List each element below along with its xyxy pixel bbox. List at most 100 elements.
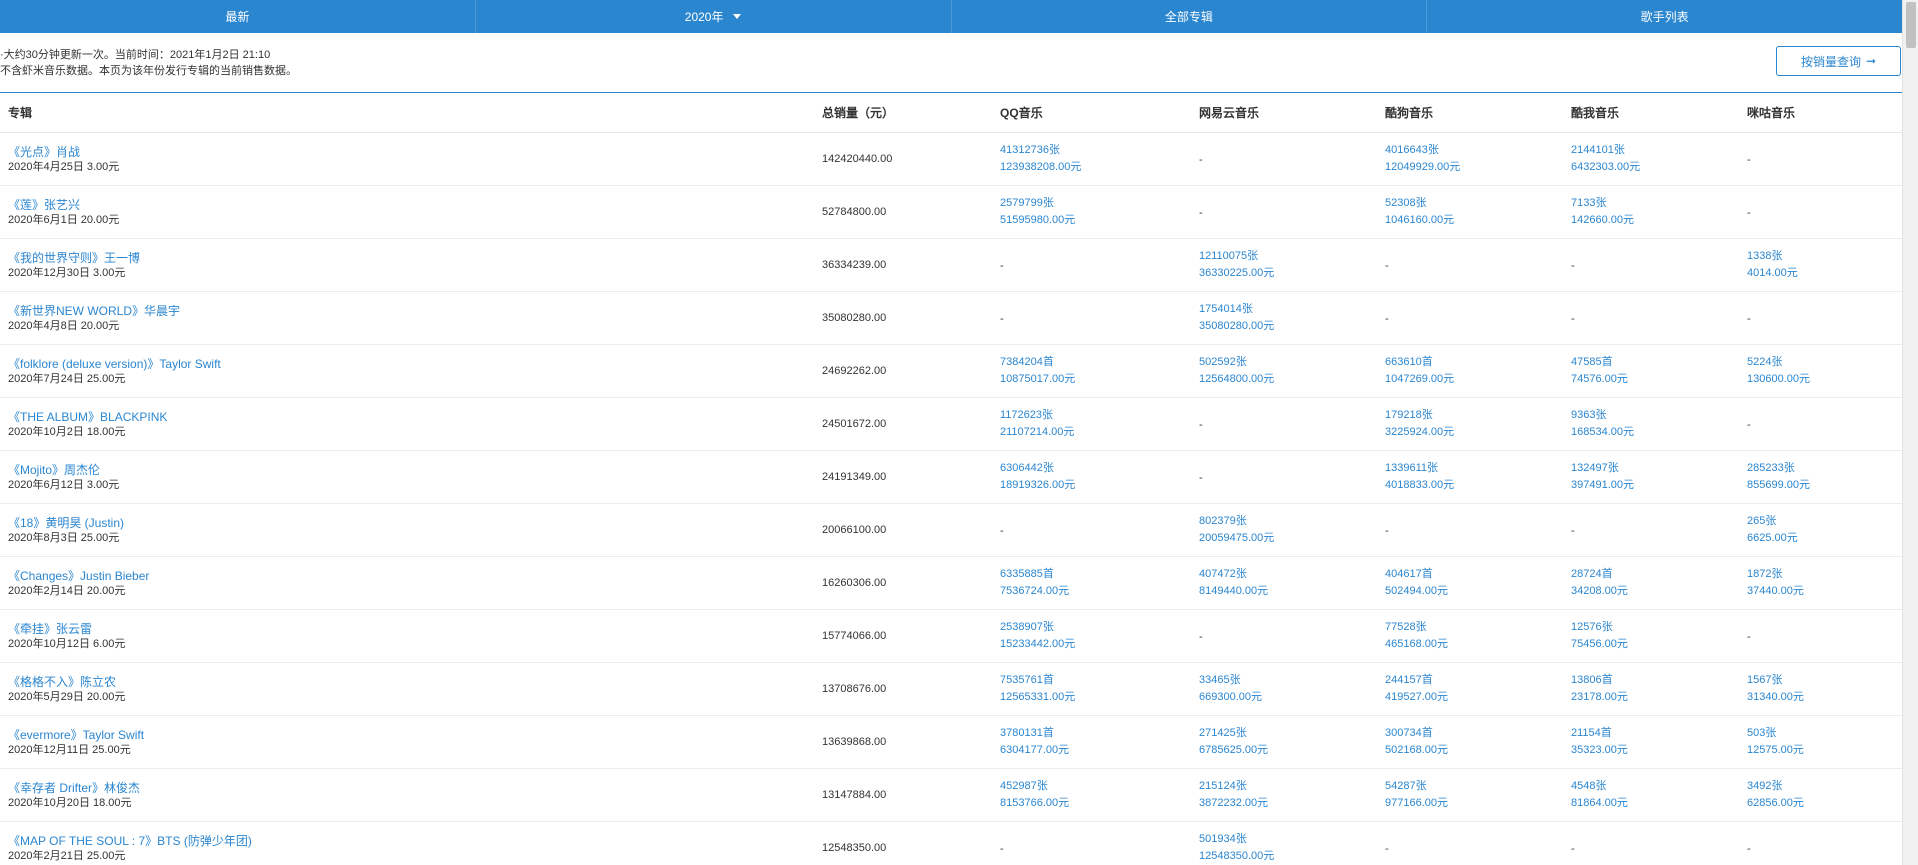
units-sold-link[interactable]: 802379张	[1199, 513, 1385, 530]
revenue-link[interactable]: 15233442.00元	[1000, 636, 1199, 653]
revenue-link[interactable]: 81864.00元	[1571, 795, 1747, 812]
album-title-link[interactable]: 《格格不入》陈立农	[8, 675, 822, 690]
revenue-link[interactable]: 34208.00元	[1571, 583, 1747, 600]
revenue-link[interactable]: 4018833.00元	[1385, 477, 1571, 494]
revenue-link[interactable]: 62856.00元	[1747, 795, 1902, 812]
units-sold-link[interactable]: 265张	[1747, 513, 1902, 530]
units-sold-link[interactable]: 3780131首	[1000, 725, 1199, 742]
album-title-link[interactable]: 《THE ALBUM》BLACKPINK	[8, 410, 822, 425]
revenue-link[interactable]: 20059475.00元	[1199, 530, 1385, 547]
units-sold-link[interactable]: 1754014张	[1199, 301, 1385, 318]
revenue-link[interactable]: 12575.00元	[1747, 742, 1902, 759]
revenue-link[interactable]: 502168.00元	[1385, 742, 1571, 759]
revenue-link[interactable]: 12564800.00元	[1199, 371, 1385, 388]
units-sold-link[interactable]: 47585首	[1571, 354, 1747, 371]
revenue-link[interactable]: 6432303.00元	[1571, 159, 1747, 176]
units-sold-link[interactable]: 4548张	[1571, 778, 1747, 795]
units-sold-link[interactable]: 502592张	[1199, 354, 1385, 371]
units-sold-link[interactable]: 33465张	[1199, 672, 1385, 689]
revenue-link[interactable]: 4014.00元	[1747, 265, 1902, 282]
units-sold-link[interactable]: 6335885首	[1000, 566, 1199, 583]
revenue-link[interactable]: 6625.00元	[1747, 530, 1902, 547]
units-sold-link[interactable]: 3492张	[1747, 778, 1902, 795]
revenue-link[interactable]: 75456.00元	[1571, 636, 1747, 653]
revenue-link[interactable]: 18919326.00元	[1000, 477, 1199, 494]
units-sold-link[interactable]: 300734首	[1385, 725, 1571, 742]
units-sold-link[interactable]: 1339611张	[1385, 460, 1571, 477]
album-title-link[interactable]: 《Changes》Justin Bieber	[8, 569, 822, 584]
revenue-link[interactable]: 130600.00元	[1747, 371, 1902, 388]
revenue-link[interactable]: 168534.00元	[1571, 424, 1747, 441]
revenue-link[interactable]: 8149440.00元	[1199, 583, 1385, 600]
revenue-link[interactable]: 6304177.00元	[1000, 742, 1199, 759]
album-title-link[interactable]: 《18》黄明昊 (Justin)	[8, 516, 822, 531]
units-sold-link[interactable]: 2579799张	[1000, 195, 1199, 212]
album-title-link[interactable]: 《Mojito》周杰伦	[8, 463, 822, 478]
revenue-link[interactable]: 977166.00元	[1385, 795, 1571, 812]
revenue-link[interactable]: 12565331.00元	[1000, 689, 1199, 706]
revenue-link[interactable]: 36330225.00元	[1199, 265, 1385, 282]
units-sold-link[interactable]: 1567张	[1747, 672, 1902, 689]
revenue-link[interactable]: 10875017.00元	[1000, 371, 1199, 388]
units-sold-link[interactable]: 41312736张	[1000, 142, 1199, 159]
revenue-link[interactable]: 419527.00元	[1385, 689, 1571, 706]
units-sold-link[interactable]: 132497张	[1571, 460, 1747, 477]
units-sold-link[interactable]: 1172623张	[1000, 407, 1199, 424]
units-sold-link[interactable]: 501934张	[1199, 831, 1385, 848]
units-sold-link[interactable]: 54287张	[1385, 778, 1571, 795]
revenue-link[interactable]: 37440.00元	[1747, 583, 1902, 600]
units-sold-link[interactable]: 77528张	[1385, 619, 1571, 636]
album-title-link[interactable]: 《新世界NEW WORLD》华晨宇	[8, 304, 822, 319]
units-sold-link[interactable]: 663610首	[1385, 354, 1571, 371]
units-sold-link[interactable]: 2538907张	[1000, 619, 1199, 636]
revenue-link[interactable]: 855699.00元	[1747, 477, 1902, 494]
revenue-link[interactable]: 12049929.00元	[1385, 159, 1571, 176]
revenue-link[interactable]: 74576.00元	[1571, 371, 1747, 388]
revenue-link[interactable]: 35080280.00元	[1199, 318, 1385, 335]
album-title-link[interactable]: 《我的世界守则》王一博	[8, 251, 822, 266]
album-title-link[interactable]: 《folklore (deluxe version)》Taylor Swift	[8, 357, 822, 372]
revenue-link[interactable]: 669300.00元	[1199, 689, 1385, 706]
revenue-link[interactable]: 6785625.00元	[1199, 742, 1385, 759]
album-title-link[interactable]: 《evermore》Taylor Swift	[8, 728, 822, 743]
revenue-link[interactable]: 7536724.00元	[1000, 583, 1199, 600]
revenue-link[interactable]: 502494.00元	[1385, 583, 1571, 600]
units-sold-link[interactable]: 285233张	[1747, 460, 1902, 477]
tab-all-albums[interactable]: 全部专辑	[952, 0, 1428, 33]
tab-latest[interactable]: 最新	[0, 0, 476, 33]
units-sold-link[interactable]: 404617首	[1385, 566, 1571, 583]
units-sold-link[interactable]: 452987张	[1000, 778, 1199, 795]
revenue-link[interactable]: 21107214.00元	[1000, 424, 1199, 441]
units-sold-link[interactable]: 21154首	[1571, 725, 1747, 742]
units-sold-link[interactable]: 6306442张	[1000, 460, 1199, 477]
revenue-link[interactable]: 23178.00元	[1571, 689, 1747, 706]
units-sold-link[interactable]: 1872张	[1747, 566, 1902, 583]
units-sold-link[interactable]: 179218张	[1385, 407, 1571, 424]
revenue-link[interactable]: 51595980.00元	[1000, 212, 1199, 229]
units-sold-link[interactable]: 7535761首	[1000, 672, 1199, 689]
revenue-link[interactable]: 3872232.00元	[1199, 795, 1385, 812]
units-sold-link[interactable]: 12576张	[1571, 619, 1747, 636]
revenue-link[interactable]: 142660.00元	[1571, 212, 1747, 229]
units-sold-link[interactable]: 215124张	[1199, 778, 1385, 795]
units-sold-link[interactable]: 4016643张	[1385, 142, 1571, 159]
revenue-link[interactable]: 1046160.00元	[1385, 212, 1571, 229]
units-sold-link[interactable]: 7133张	[1571, 195, 1747, 212]
units-sold-link[interactable]: 1338张	[1747, 248, 1902, 265]
revenue-link[interactable]: 397491.00元	[1571, 477, 1747, 494]
album-title-link[interactable]: 《光点》肖战	[8, 145, 822, 160]
revenue-link[interactable]: 1047269.00元	[1385, 371, 1571, 388]
revenue-link[interactable]: 31340.00元	[1747, 689, 1902, 706]
scrollbar[interactable]	[1902, 0, 1918, 865]
units-sold-link[interactable]: 503张	[1747, 725, 1902, 742]
album-title-link[interactable]: 《MAP OF THE SOUL : 7》BTS (防弹少年团)	[8, 834, 822, 849]
units-sold-link[interactable]: 271425张	[1199, 725, 1385, 742]
tab-year-dropdown[interactable]: 2020年	[476, 0, 952, 33]
revenue-link[interactable]: 3225924.00元	[1385, 424, 1571, 441]
sort-by-sales-button[interactable]: 按销量查询 ➞	[1776, 46, 1901, 76]
units-sold-link[interactable]: 407472张	[1199, 566, 1385, 583]
units-sold-link[interactable]: 28724首	[1571, 566, 1747, 583]
scrollbar-thumb[interactable]	[1906, 2, 1916, 48]
revenue-link[interactable]: 123938208.00元	[1000, 159, 1199, 176]
revenue-link[interactable]: 35323.00元	[1571, 742, 1747, 759]
